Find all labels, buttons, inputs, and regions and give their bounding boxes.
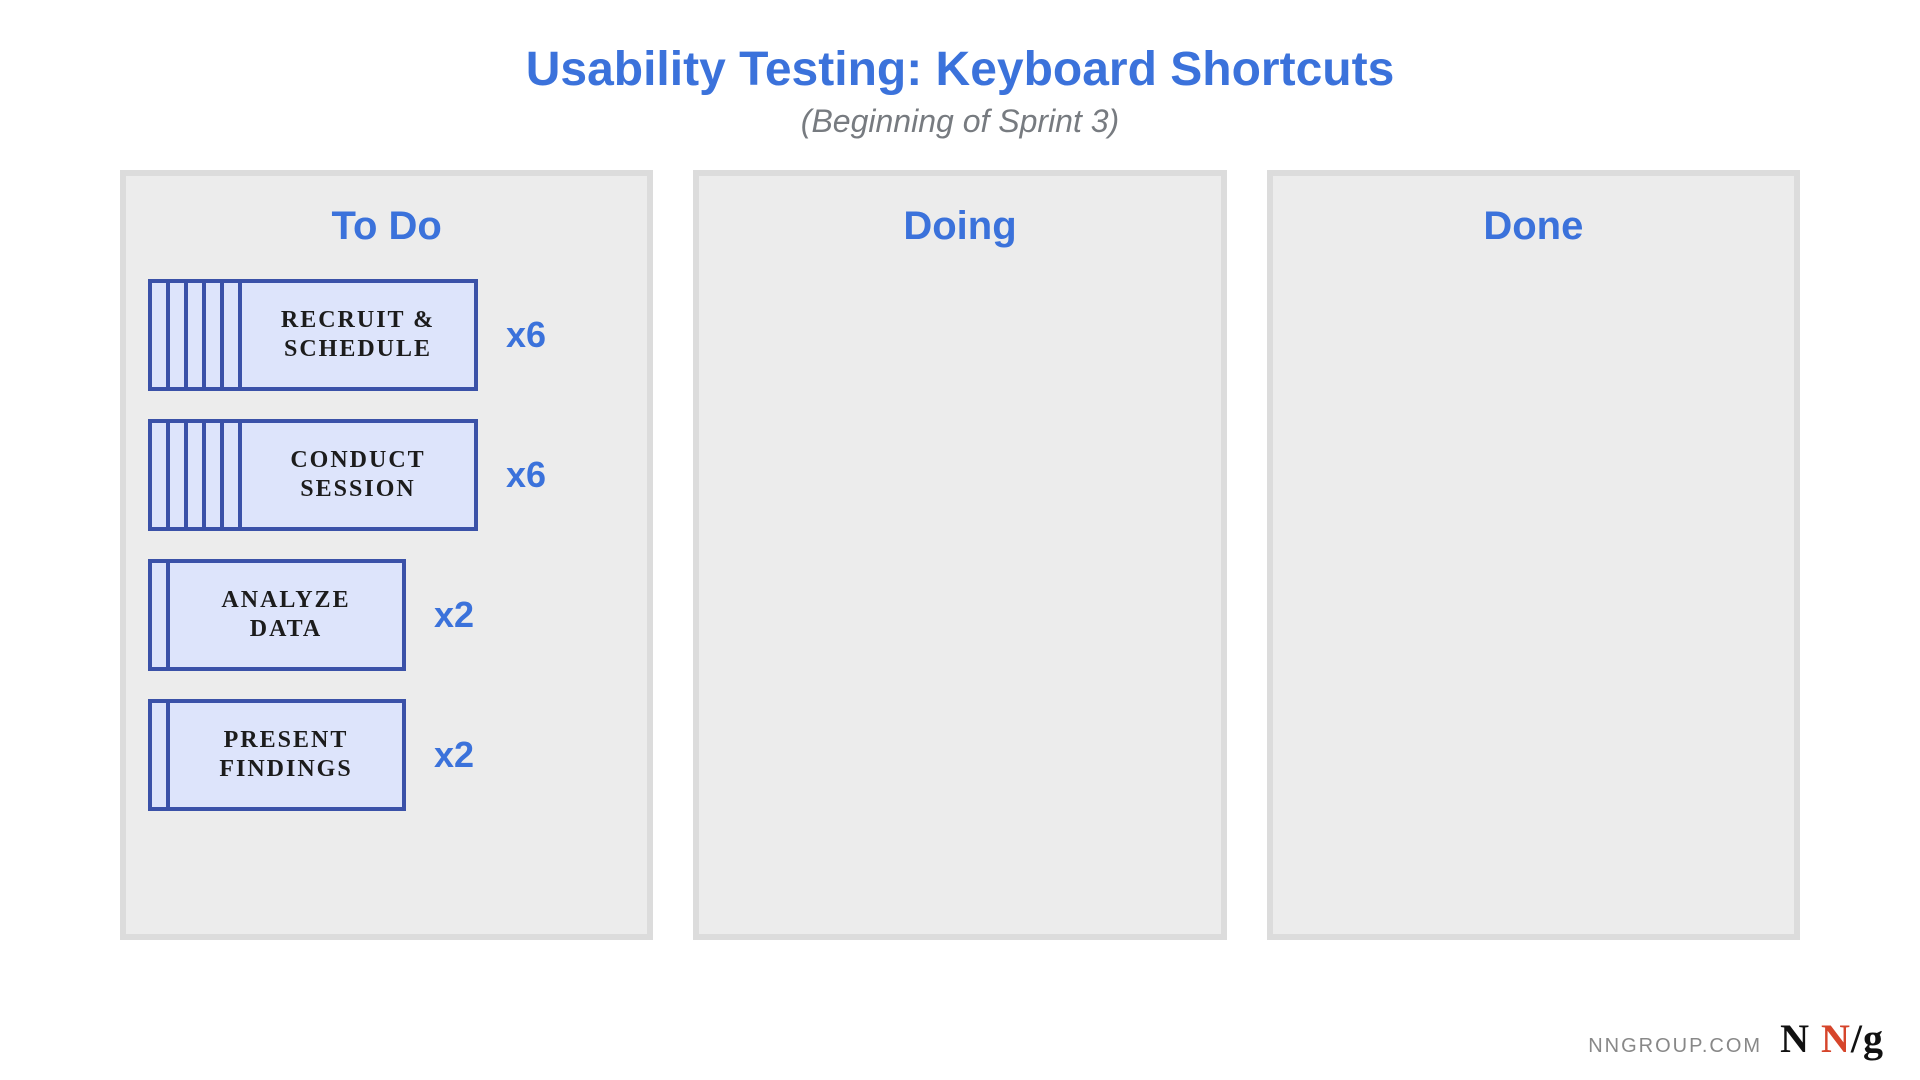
task-card[interactable]: CONDUCT SESSION — [238, 419, 478, 531]
footer: NNGROUP.COM N N/g — [1588, 1015, 1884, 1062]
card-stack-row: ANALYZE DATA x2 — [148, 559, 625, 671]
card-stack-row: RECRUIT & SCHEDULE x6 — [148, 279, 625, 391]
footer-url: NNGROUP.COM — [1588, 1035, 1762, 1058]
card-stack-row: PRESENT FINDINGS x2 — [148, 699, 625, 811]
task-card-label: RECRUIT & SCHEDULE — [281, 306, 435, 364]
column-done: Done — [1267, 170, 1800, 940]
card-stack-row: CONDUCT SESSION x6 — [148, 419, 625, 531]
task-card-label: ANALYZE DATA — [221, 586, 350, 644]
page-subtitle: (Beginning of Sprint 3) — [0, 103, 1920, 140]
stack-count: x6 — [506, 454, 546, 496]
task-card-label: CONDUCT SESSION — [290, 446, 425, 504]
kanban-board: To Do RECRUIT & SCHEDULEx6CONDUCT SESSIO… — [0, 140, 1920, 940]
task-card[interactable]: RECRUIT & SCHEDULE — [238, 279, 478, 391]
stack-count: x2 — [434, 734, 474, 776]
stack-count: x2 — [434, 594, 474, 636]
card-stack: CONDUCT SESSION — [148, 419, 478, 531]
task-card[interactable]: PRESENT FINDINGS — [166, 699, 406, 811]
card-stack: ANALYZE DATA — [148, 559, 406, 671]
column-doing: Doing — [693, 170, 1226, 940]
nng-logo: N N/g — [1780, 1015, 1884, 1062]
column-title: Done — [1295, 204, 1772, 249]
page-title: Usability Testing: Keyboard Shortcuts — [0, 0, 1920, 97]
card-stack: RECRUIT & SCHEDULE — [148, 279, 478, 391]
task-card-label: PRESENT FINDINGS — [219, 726, 352, 784]
card-stack: PRESENT FINDINGS — [148, 699, 406, 811]
task-card[interactable]: ANALYZE DATA — [166, 559, 406, 671]
column-title: Doing — [721, 204, 1198, 249]
column-title: To Do — [148, 204, 625, 249]
stack-count: x6 — [506, 314, 546, 356]
column-todo: To Do RECRUIT & SCHEDULEx6CONDUCT SESSIO… — [120, 170, 653, 940]
